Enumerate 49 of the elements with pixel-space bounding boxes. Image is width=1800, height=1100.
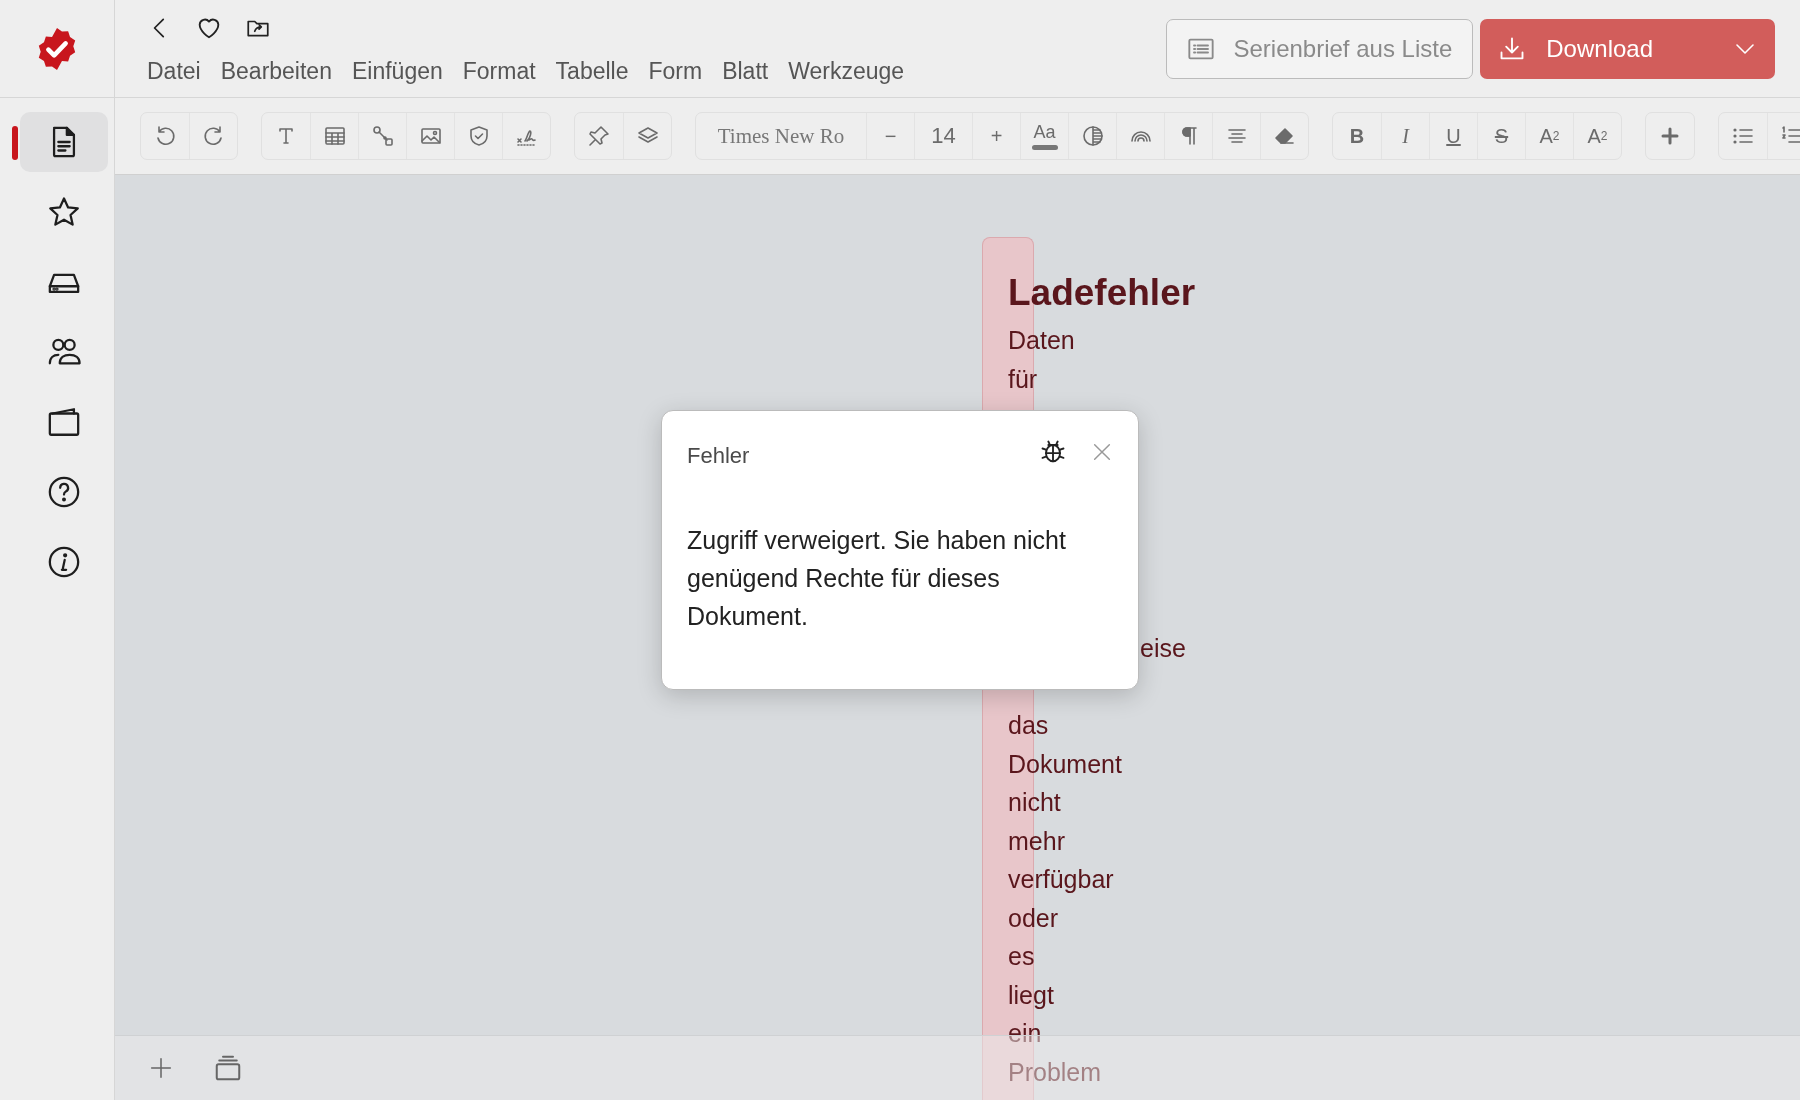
selection-indicator: [12, 126, 18, 160]
pages-button[interactable]: [213, 1053, 243, 1083]
error-word: liegt: [1008, 979, 1054, 1011]
mail-merge-button[interactable]: Serienbrief aus Liste: [1166, 19, 1474, 79]
wallet-icon: [47, 405, 81, 439]
help-icon: [47, 475, 81, 509]
font-size-field[interactable]: 14: [914, 113, 972, 159]
font-field[interactable]: Times New Ro: [696, 113, 866, 159]
info-icon: [47, 545, 81, 579]
error-heading: Ladefehler: [1008, 271, 1196, 315]
error-word: nicht: [1008, 787, 1061, 818]
pin-icon: [587, 124, 611, 148]
error-word: das: [1008, 710, 1049, 741]
download-button[interactable]: Download: [1480, 19, 1775, 79]
error-word: Dokument: [1008, 748, 1122, 780]
close-button[interactable]: [1091, 441, 1113, 463]
menu-item[interactable]: Bearbeiten: [220, 58, 332, 85]
close-icon: [1091, 441, 1113, 463]
error-word: ein: [1008, 1018, 1042, 1049]
menu-item[interactable]: Tabelle: [555, 58, 629, 85]
error-word: oder: [1008, 902, 1059, 934]
contrast-icon: [1080, 124, 1105, 148]
error-message: Zugriff verweigert. Sie haben nicht genügend Rechte für dieses Dokument.: [687, 525, 1067, 632]
decrease-size-button[interactable]: −: [866, 113, 914, 159]
strikethrough-button[interactable]: S: [1477, 113, 1525, 159]
error-word: Daten: [1008, 325, 1075, 356]
error-word: Problem: [1008, 1056, 1102, 1088]
dialog-title: Fehler: [687, 443, 751, 469]
menu-item[interactable]: Einfügen: [351, 58, 443, 85]
error-word: mehr: [1008, 825, 1065, 857]
menu-item[interactable]: Form: [648, 58, 703, 85]
error-word: für: [1008, 363, 1038, 395]
star-icon: [47, 195, 81, 229]
menu-item[interactable]: Blatt: [722, 58, 769, 85]
connector-icon: [370, 124, 395, 148]
menu-item[interactable]: Format: [462, 58, 536, 85]
increase-size-button[interactable]: +: [972, 113, 1020, 159]
menu-item[interactable]: Datei: [147, 58, 201, 85]
text-color-button[interactable]: Aa: [1020, 113, 1068, 159]
insert-button[interactable]: [1645, 112, 1695, 160]
menu-item[interactable]: Werkzeuge: [788, 58, 905, 85]
error-word: verfügbar: [1008, 864, 1114, 895]
italic-button[interactable]: I: [1381, 113, 1429, 159]
bold-button[interactable]: B: [1333, 113, 1381, 159]
error-word: es: [1008, 941, 1035, 972]
error-word: eise: [1139, 633, 1186, 664]
table-icon: [322, 124, 347, 148]
stack-icon: [213, 1053, 243, 1083]
underline-button[interactable]: U: [1429, 113, 1477, 159]
